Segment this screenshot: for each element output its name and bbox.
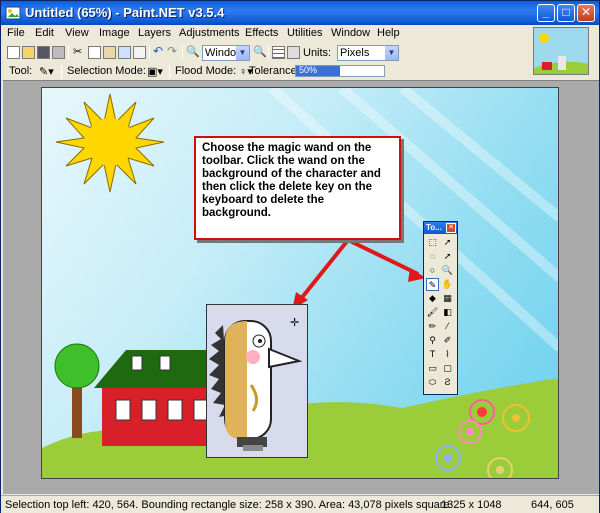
ellipse-icon[interactable]: ⬭ (426, 376, 439, 389)
lasso-select-icon[interactable]: ◌ (426, 250, 439, 263)
pan-tool-icon[interactable]: ✋ (441, 278, 454, 291)
window-title: Untitled (65%) - Paint.NET v3.5.4 (25, 5, 225, 20)
menu-window[interactable]: Window (331, 27, 370, 39)
paint-net-app-icon (5, 6, 21, 20)
clone-stamp-icon[interactable]: ⚲ (426, 334, 439, 347)
image-canvas[interactable]: Choose the magic wand on the toolbar. Cl… (41, 87, 559, 479)
status-bar: Selection top left: 420, 564. Bounding r… (1, 495, 599, 513)
menu-effects[interactable]: Effects (245, 27, 278, 39)
paste-icon[interactable] (103, 46, 116, 59)
menu-bar: File Edit View Image Layers Adjustments … (1, 25, 531, 43)
move-selected-icon[interactable]: ➚ (441, 236, 454, 249)
paint-net-window: Untitled (65%) - Paint.NET v3.5.4 _ □ ✕ … (0, 0, 600, 513)
tool-label: Tool: (9, 65, 33, 77)
minimize-button[interactable]: _ (537, 4, 555, 22)
zoom-in-icon[interactable]: 🔍 (253, 45, 267, 58)
recolor-icon[interactable]: ✐ (441, 334, 454, 347)
main-toolbar: ✂ ↶ ↷ 🔍 Window ▼ 🔍 Units: Pixels ▼ (3, 43, 531, 63)
undo-icon[interactable]: ↶ (153, 44, 166, 58)
move-selection-icon[interactable]: ➚ (441, 250, 454, 263)
maximize-button[interactable]: □ (557, 4, 575, 22)
paintbrush-icon[interactable]: 🖌 (426, 306, 439, 319)
selection-info: Selection top left: 420, 564. Bounding r… (5, 499, 450, 511)
image-size: 1325 x 1048 (441, 499, 502, 511)
color-picker-icon[interactable]: ⁄ (441, 320, 454, 333)
close-button[interactable]: ✕ (577, 4, 595, 22)
menu-help[interactable]: Help (377, 27, 400, 39)
zoom-tool-icon[interactable]: 🔍 (441, 264, 454, 277)
zoom-combo[interactable]: Window ▼ (202, 45, 250, 61)
selection-mode-icon[interactable]: ▣▾ (147, 65, 163, 78)
chevron-down-icon[interactable]: ▼ (236, 46, 249, 60)
magic-wand-tool-icon[interactable]: ✎▾ (39, 65, 54, 78)
tolerance-label: Tolerance: (249, 65, 300, 77)
menu-file[interactable]: File (7, 27, 25, 39)
redo-icon[interactable]: ↷ (167, 44, 180, 58)
tools-window: To... ✕ ⬚ ➚ ◌ ➚ ○ 🔍 ✎ ✋ ◆ ▦ 🖌 ◧ ✏ ⁄ ⚲ ✐ … (423, 221, 458, 395)
menu-view[interactable]: View (65, 27, 89, 39)
toolbar-separator (61, 65, 62, 79)
gradient-icon[interactable]: ▦ (441, 292, 454, 305)
copy-icon[interactable] (88, 46, 101, 59)
units-combo-value: Pixels (340, 47, 370, 59)
crop-icon[interactable] (118, 46, 131, 59)
save-icon[interactable] (37, 46, 50, 59)
magic-wand-icon[interactable]: ✎ (426, 278, 439, 291)
workspace: Choose the magic wand on the toolbar. Cl… (3, 80, 599, 494)
selection-mode-label: Selection Mode: (67, 65, 146, 77)
rectangle-icon[interactable]: ▭ (426, 362, 439, 375)
thumbnail-image (534, 28, 588, 74)
line-curve-icon[interactable]: ⌇ (441, 348, 454, 361)
tool-options-bar: Tool: ✎▾ Selection Mode: ▣▾ Flood Mode: … (3, 63, 531, 79)
new-icon[interactable] (7, 46, 20, 59)
paint-bucket-icon[interactable]: ◆ (426, 292, 439, 305)
ellipse-select-icon[interactable]: ○ (426, 264, 439, 277)
chevron-down-icon[interactable]: ▼ (385, 46, 398, 60)
flood-mode-label: Flood Mode: (175, 65, 237, 77)
menu-adjustments[interactable]: Adjustments (179, 27, 240, 39)
open-icon[interactable] (22, 46, 35, 59)
menu-utilities[interactable]: Utilities (287, 27, 322, 39)
tools-window-close-button[interactable]: ✕ (446, 223, 456, 233)
crosshair-cursor-icon: ✛ (290, 317, 300, 329)
pencil-icon[interactable]: ✏ (426, 320, 439, 333)
zoom-out-icon[interactable]: 🔍 (186, 45, 200, 58)
rectangle-select-icon[interactable]: ⬚ (426, 236, 439, 249)
print-icon[interactable] (52, 46, 65, 59)
toolbar-separator (268, 45, 269, 59)
deselect-icon[interactable] (133, 46, 146, 59)
rulers-icon[interactable] (287, 46, 300, 59)
toolbar-separator (169, 65, 170, 79)
image-thumbnail[interactable] (533, 27, 589, 75)
rounded-rectangle-icon[interactable]: ▢ (441, 362, 454, 375)
cut-icon[interactable]: ✂ (73, 45, 86, 58)
tolerance-slider[interactable]: 50% (295, 65, 385, 77)
freeform-shape-icon[interactable]: Ƨ (441, 376, 454, 389)
text-tool-icon[interactable]: T (426, 348, 439, 361)
grid-icon[interactable] (272, 46, 285, 59)
toolbar-separator (68, 45, 69, 59)
toolbar-separator (182, 45, 183, 59)
title-bar[interactable]: Untitled (65%) - Paint.NET v3.5.4 _ □ ✕ (1, 1, 599, 25)
tolerance-value: 50% (299, 65, 318, 75)
sun-graphic (55, 93, 165, 193)
cursor-position: 644, 605 (531, 499, 574, 511)
menu-layers[interactable]: Layers (138, 27, 171, 39)
menu-edit[interactable]: Edit (35, 27, 54, 39)
toolbar-separator (149, 45, 150, 59)
eraser-icon[interactable]: ◧ (441, 306, 454, 319)
units-label: Units: (303, 47, 332, 59)
instruction-callout: Choose the magic wand on the toolbar. Cl… (194, 136, 401, 240)
units-combo[interactable]: Pixels ▼ (337, 45, 399, 61)
menu-image[interactable]: Image (99, 27, 130, 39)
